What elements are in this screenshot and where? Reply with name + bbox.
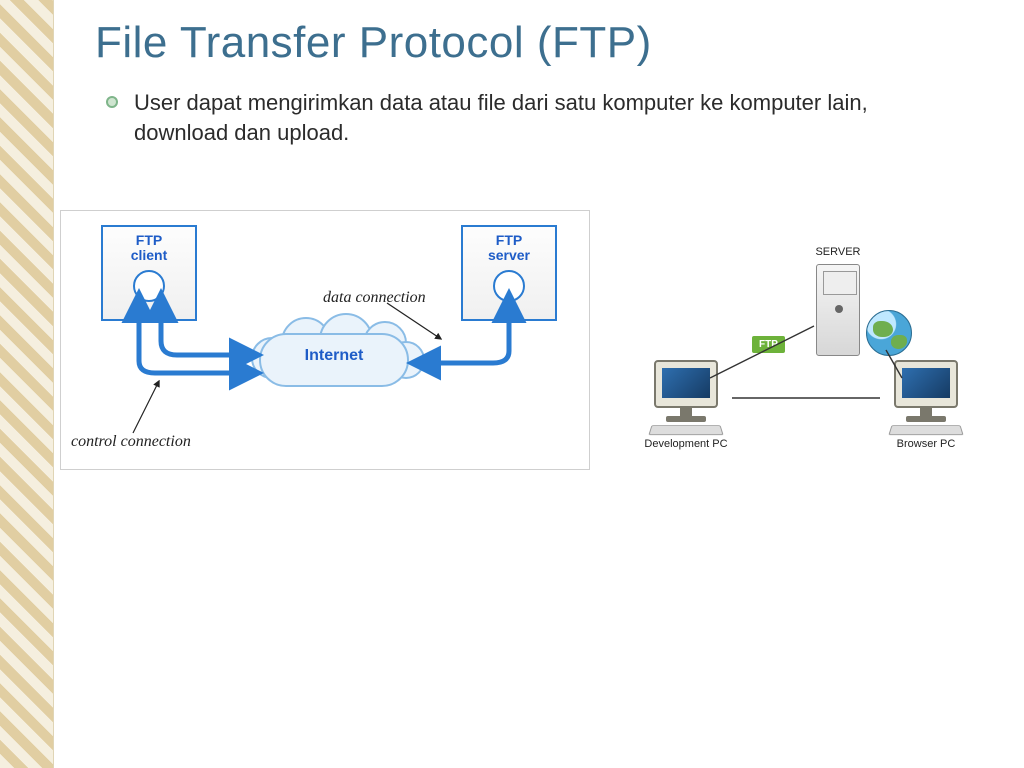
bullet-item: User dapat mengirimkan data atau file da…: [106, 88, 936, 147]
ftp-client-label: FTP client: [131, 233, 168, 264]
browser-pc-icon: [882, 360, 972, 436]
server-label: SERVER: [788, 246, 888, 258]
server-port-icon: [493, 270, 525, 302]
slide-title: File Transfer Protocol (FTP): [95, 18, 652, 68]
development-pc-icon: [642, 360, 732, 436]
ftp-server-label: FTP server: [488, 233, 530, 264]
decorative-sidebar: [0, 0, 54, 768]
internet-label: Internet: [259, 347, 409, 365]
data-connection-label: data connection: [323, 289, 426, 307]
development-pc-label: Development PC: [636, 438, 736, 450]
internet-cloud-icon: Internet: [259, 323, 409, 395]
control-connection-label: control connection: [71, 433, 191, 451]
ftp-badge: FTP: [752, 336, 785, 353]
bullet-icon: [106, 96, 118, 108]
browser-pc-label: Browser PC: [876, 438, 976, 450]
bullet-text: User dapat mengirimkan data atau file da…: [134, 88, 936, 147]
server-tower-icon: [816, 264, 860, 356]
ftp-topology-diagram: SERVER FTP Development PC Browser PC: [614, 238, 994, 462]
client-port-icon: [133, 270, 165, 302]
globe-icon: [866, 310, 912, 356]
ftp-connection-diagram: FTP client FTP server Internet: [60, 210, 590, 470]
ftp-server-box: FTP server: [461, 225, 557, 321]
ftp-client-box: FTP client: [101, 225, 197, 321]
